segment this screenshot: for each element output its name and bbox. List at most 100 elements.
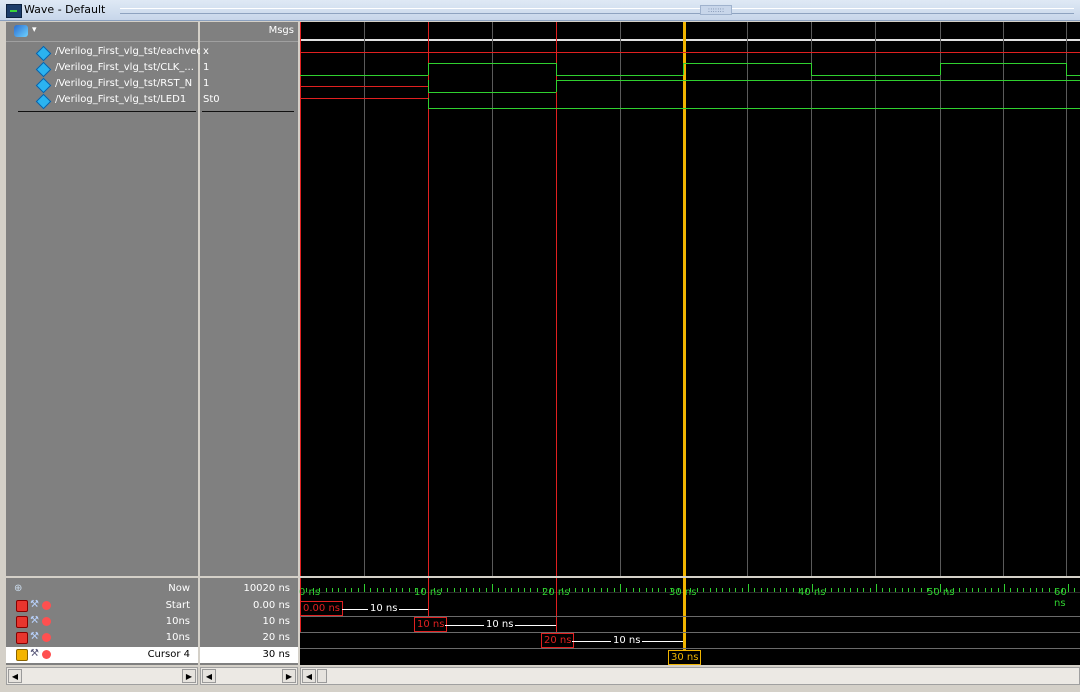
remove-icon[interactable]: [42, 601, 51, 610]
ruler-tick: [377, 588, 378, 592]
signal-row-eachvec[interactable]: /Verilog_First_vlg_tst/eachvec: [6, 45, 202, 62]
wrench-icon[interactable]: ⚒: [30, 649, 40, 659]
scroll-right-icon[interactable]: ▶: [182, 669, 196, 683]
now-value-row: 10020 ns: [200, 581, 298, 597]
name-pane-scrollbar[interactable]: ◀ ▶: [6, 667, 198, 685]
grid-line: [875, 22, 876, 576]
scroll-thumb[interactable]: [317, 669, 327, 683]
ruler-tick: [767, 588, 768, 592]
ruler-tick: [479, 588, 480, 592]
ruler-tick: [966, 588, 967, 592]
titlebar-grip[interactable]: [120, 8, 1074, 14]
grid-line: [811, 22, 812, 576]
wrench-icon[interactable]: ⚒: [30, 632, 40, 642]
ruler-tick: [454, 588, 455, 592]
cursor-marker-active[interactable]: 30 ns: [668, 650, 702, 665]
ruler-tick: [908, 588, 909, 592]
timeline-pane[interactable]: 0 ns 10 ns 20 ns 30 ns 40 ns 50 ns 60 ns…: [299, 578, 1080, 665]
ruler-tick: [889, 588, 890, 592]
scroll-left-icon[interactable]: ◀: [302, 669, 316, 683]
ruler-tick: [447, 588, 448, 592]
cursor-row-cursor4[interactable]: ⚒ Cursor 4: [6, 647, 198, 663]
tick-label: 50 ns: [927, 587, 955, 598]
ruler-tick: [1004, 584, 1005, 592]
signal-value: x: [203, 46, 209, 57]
dropdown-arrow-icon[interactable]: ▾: [32, 25, 37, 35]
ruler-tick: [498, 588, 499, 592]
cursor-row-20ns[interactable]: ⚒ 10ns: [6, 630, 198, 646]
ruler-tick: [326, 588, 327, 592]
signal-value-row[interactable]: 1: [200, 61, 298, 77]
ruler-tick: [786, 588, 787, 592]
drag-handle[interactable]: :::::::: [700, 5, 732, 15]
signal-value-row[interactable]: x: [200, 45, 298, 61]
cursor-value-row[interactable]: 0.00 ns: [200, 598, 298, 614]
cursor-row-10ns[interactable]: ⚒ 10ns: [6, 614, 198, 630]
wrench-icon[interactable]: ⚒: [30, 600, 40, 610]
wrench-icon[interactable]: ⚒: [30, 616, 40, 626]
signal-row-clk[interactable]: /Verilog_First_vlg_tst/CLK_...: [6, 61, 198, 78]
add-cursor-icon[interactable]: ⊕: [14, 583, 22, 594]
cursor-value: 20 ns: [262, 632, 290, 643]
scroll-left-icon[interactable]: ◀: [202, 669, 216, 683]
remove-icon[interactable]: [42, 617, 51, 626]
cursor-value-row[interactable]: 30 ns: [200, 647, 298, 663]
signal-diamond-icon: [35, 93, 52, 110]
ruler-tick: [703, 588, 704, 592]
lock-icon[interactable]: [16, 632, 28, 644]
active-cursor-line[interactable]: [683, 22, 686, 576]
signal-row-led1[interactable]: /Verilog_First_vlg_tst/LED1: [6, 93, 198, 110]
ruler-tick: [614, 588, 615, 592]
ruler-tick: [844, 588, 845, 592]
lock-icon[interactable]: [16, 600, 28, 612]
remove-icon[interactable]: [42, 650, 51, 659]
ruler-tick: [729, 588, 730, 592]
scroll-right-icon[interactable]: ▶: [282, 669, 296, 683]
signal-value-row[interactable]: St0: [200, 93, 298, 109]
signal-value-row[interactable]: 1: [200, 77, 298, 93]
wave-window-icon: [6, 4, 22, 18]
grid-line: [620, 22, 621, 576]
ruler-tick: [390, 588, 391, 592]
now-label: Now: [168, 583, 190, 594]
signal-name: /Verilog_First_vlg_tst/CLK_...: [55, 62, 194, 73]
cursor-label: Cursor 4: [147, 649, 190, 660]
cursor-marker-20ns[interactable]: 20 ns: [541, 633, 575, 648]
cursor-marker-start[interactable]: 0.00 ns: [300, 601, 343, 616]
cursor-value-row[interactable]: 10 ns: [200, 614, 298, 630]
cursor-line-start[interactable]: [300, 22, 301, 576]
ruler-tick: [754, 588, 755, 592]
signal-row-rst-n[interactable]: /Verilog_First_vlg_tst/RST_N: [6, 77, 198, 94]
ruler-tick: [722, 588, 723, 592]
remove-icon[interactable]: [42, 633, 51, 642]
tick-label: 60 ns: [1054, 587, 1067, 609]
value-pane-scrollbar[interactable]: ◀ ▶: [200, 667, 298, 685]
cursor-line-20ns[interactable]: [556, 22, 557, 576]
ruler-tick: [364, 584, 365, 592]
value-pane-header: Msgs: [200, 22, 298, 42]
span-label: 10 ns: [368, 603, 400, 614]
row-divider: [300, 648, 1080, 649]
cursor-value: 10 ns: [262, 616, 290, 627]
lock-icon[interactable]: [16, 616, 28, 628]
ruler-tick: [582, 588, 583, 592]
ruler-tick: [466, 588, 467, 592]
cursor-marker-10ns[interactable]: 10 ns: [414, 617, 448, 632]
ruler-tick: [345, 588, 346, 592]
insertion-line: [202, 111, 294, 112]
ruler-tick: [486, 588, 487, 592]
signal-value-pane: Msgs x 1 1 St0: [200, 22, 298, 576]
ruler-tick: [972, 588, 973, 592]
wave-pane-scrollbar[interactable]: ◀: [300, 667, 1080, 685]
cursor-row-start[interactable]: ⚒ Start: [6, 598, 198, 614]
globe-icon[interactable]: [14, 25, 28, 37]
lock-icon[interactable]: [16, 649, 28, 661]
signal-value: 1: [203, 78, 210, 89]
waveform-pane[interactable]: [300, 22, 1080, 576]
cursor-value-pane: 10020 ns 0.00 ns 10 ns 20 ns 30 ns: [200, 578, 298, 665]
scroll-left-icon[interactable]: ◀: [8, 669, 22, 683]
ruler-tick: [594, 588, 595, 592]
cursor-value-row[interactable]: 20 ns: [200, 630, 298, 646]
signal-diamond-icon: [35, 45, 52, 62]
ruler-tick: [780, 588, 781, 592]
